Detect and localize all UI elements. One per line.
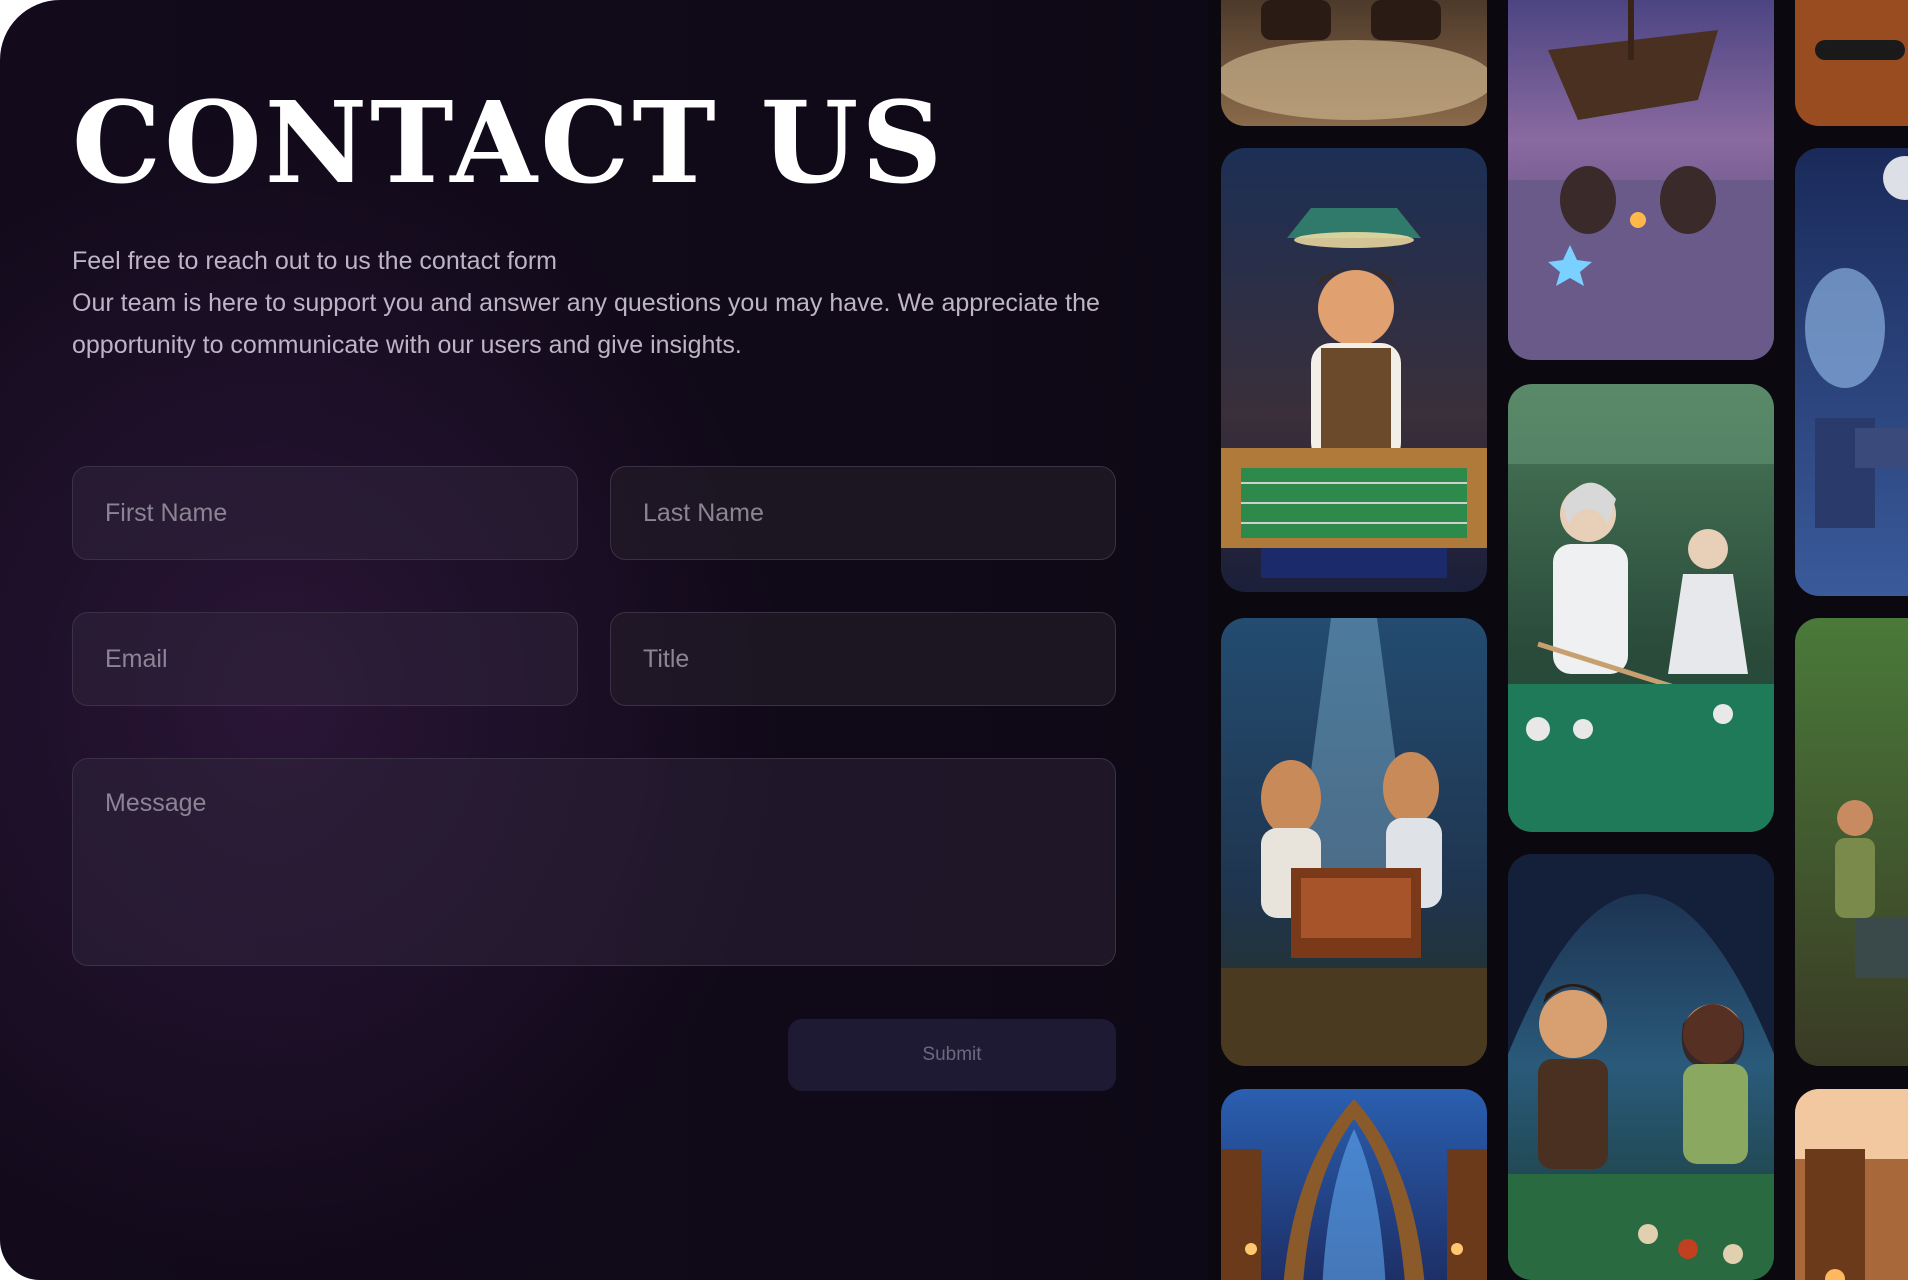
submit-button[interactable]: Submit: [788, 1019, 1116, 1091]
last-name-input[interactable]: Last Name: [610, 466, 1116, 560]
last-name-placeholder: Last Name: [643, 498, 764, 527]
gallery-image-wood-detail: [1795, 0, 1908, 126]
first-name-input[interactable]: First Name: [72, 466, 578, 560]
intro-line-2: Our team is here to support you and answ…: [72, 289, 1100, 359]
contact-card: CONTACT US Feel free to reach out to us …: [0, 0, 1908, 1280]
gallery-image-top-left: [1221, 0, 1487, 126]
title-input[interactable]: Title: [610, 612, 1116, 706]
email-placeholder: Email: [105, 644, 168, 673]
intro-text: Feel free to reach out to us the contact…: [72, 240, 1132, 366]
message-placeholder: Message: [105, 789, 207, 817]
gallery-image-shipwreck: [1508, 0, 1774, 360]
gallery-image-foosball-duel: [1221, 618, 1487, 1066]
gallery-image-elves-billiards: [1508, 384, 1774, 832]
gallery-image-cave-billiards: [1508, 854, 1774, 1280]
image-gallery: [1208, 0, 1908, 1280]
gallery-image-jungle-temple: [1795, 618, 1908, 1066]
email-input[interactable]: Email: [72, 612, 578, 706]
first-name-placeholder: First Name: [105, 498, 228, 527]
gallery-image-cathedral: [1221, 1089, 1487, 1280]
gallery-image-snowy-night: [1795, 148, 1908, 596]
gallery-image-arched-door: [1795, 1089, 1908, 1280]
gallery-image-workshop: [1221, 148, 1487, 592]
intro-line-1: Feel free to reach out to us the contact…: [72, 247, 557, 275]
title-placeholder: Title: [643, 644, 690, 673]
message-textarea[interactable]: Message: [72, 758, 1116, 966]
page-title: CONTACT US: [72, 78, 946, 209]
